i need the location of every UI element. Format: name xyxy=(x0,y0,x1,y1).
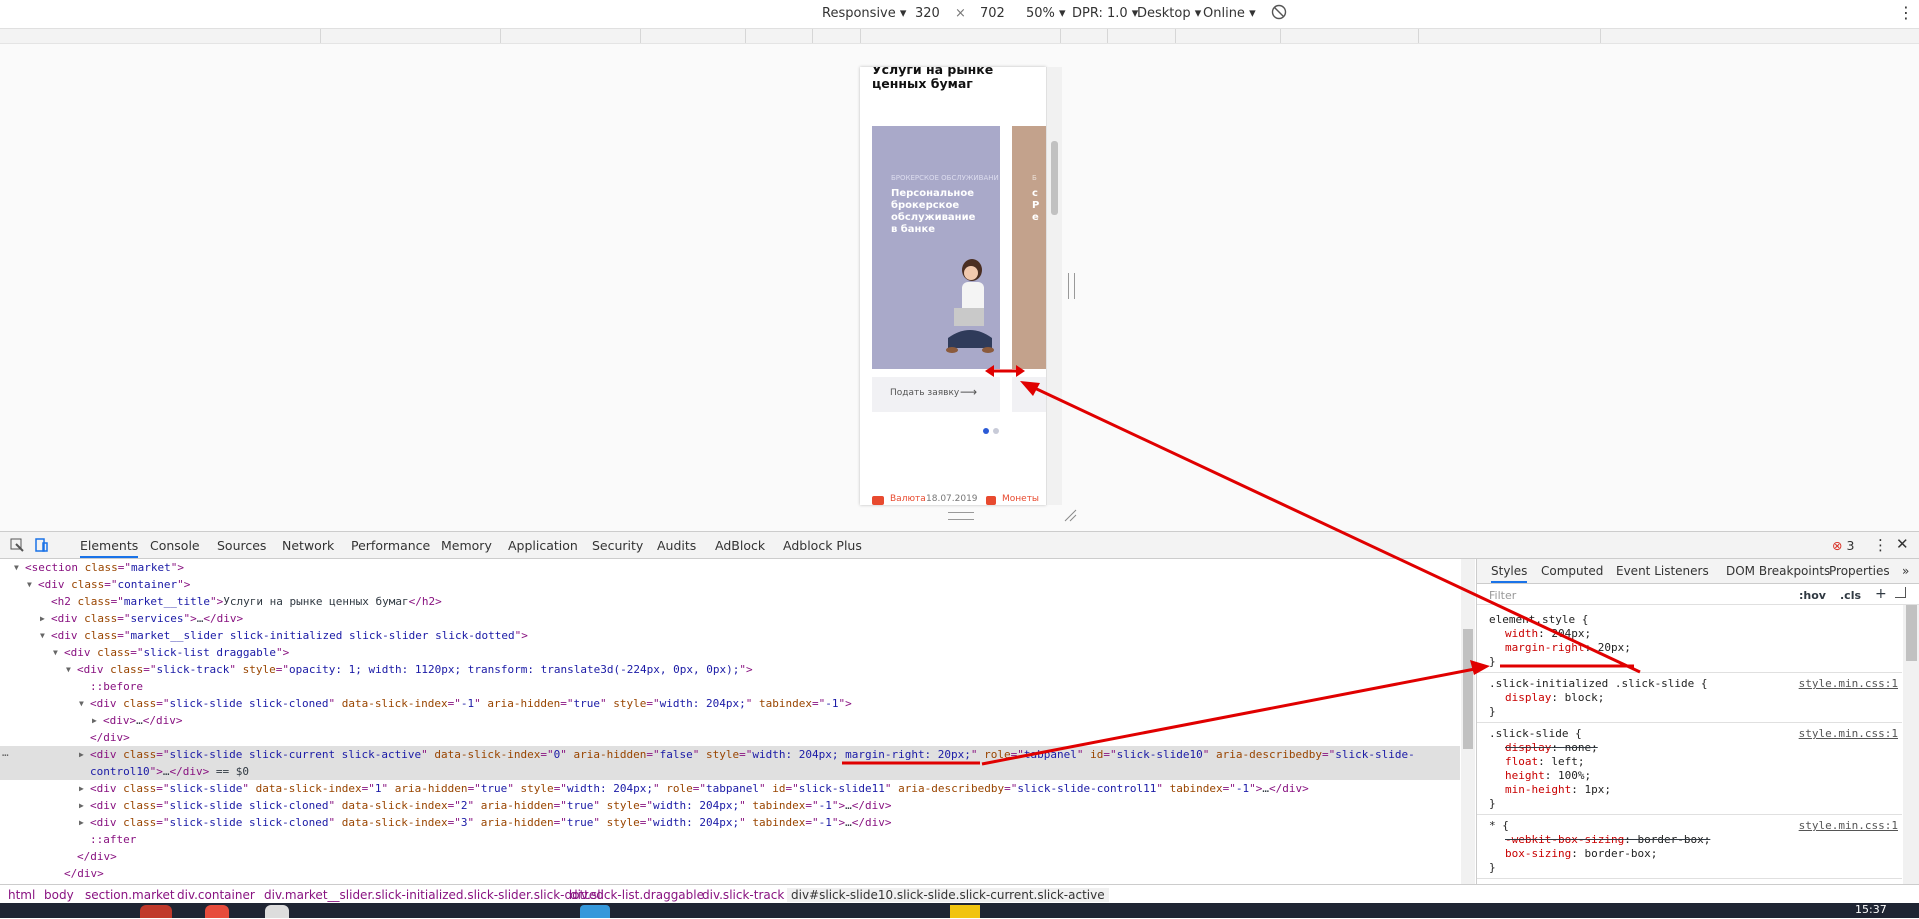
taskbar-app-icon[interactable] xyxy=(205,905,229,918)
annotation-arrow-2 xyxy=(981,666,1481,766)
taskbar-app-icon[interactable] xyxy=(580,905,610,918)
clock: 15:37 xyxy=(1855,903,1887,916)
taskbar-app-icon[interactable] xyxy=(265,905,289,918)
taskbar-app-icon[interactable] xyxy=(140,905,172,918)
annotation-arrow-1 xyxy=(1025,382,1641,674)
os-taskbar: 15:37 xyxy=(0,903,1919,918)
annotation-overlay xyxy=(842,381,1641,766)
taskbar-app-icon[interactable] xyxy=(950,905,980,918)
annotation-arrow-2-head xyxy=(1470,660,1490,675)
annotation-arrow-1-head xyxy=(1020,381,1040,396)
